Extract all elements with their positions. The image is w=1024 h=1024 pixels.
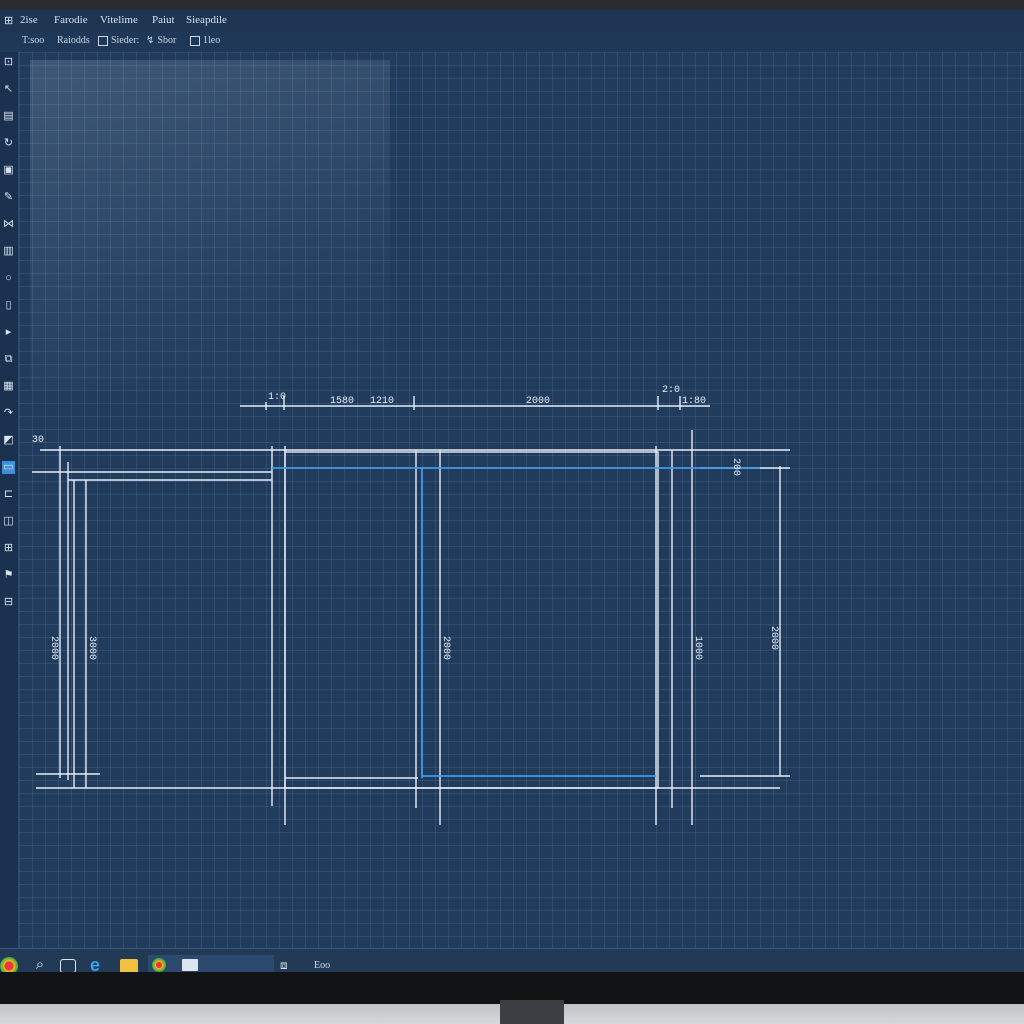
dim-left-b: 3000 xyxy=(86,636,97,660)
selection-outline[interactable] xyxy=(4,463,760,778)
network-icon[interactable]: ⧈ xyxy=(280,955,300,972)
window-icon xyxy=(182,959,198,971)
dim-left-a: 2000 xyxy=(48,636,59,660)
task-view-icon[interactable] xyxy=(60,959,76,972)
dim-top-small-right: 2:0 xyxy=(662,385,680,396)
edge-icon[interactable]: e xyxy=(90,955,110,972)
dim-top-main: 2000 xyxy=(526,396,550,407)
drawing-lines xyxy=(32,396,790,825)
dim-top-small-left: 1:0 xyxy=(268,392,286,403)
screen: ⊞ 2ise Farodie Vitelime Paiut Sieapdile … xyxy=(0,10,1024,972)
dim-top-right: 1:80 xyxy=(682,396,706,407)
chrome-icon[interactable] xyxy=(0,957,18,972)
dim-right-b: 2000 xyxy=(768,626,779,650)
dim-top-a: 1580 xyxy=(330,396,354,407)
bezel-top xyxy=(0,0,1024,10)
dim-top-b: 1210 xyxy=(370,396,394,407)
cad-drawing: 1:0 1580 1210 2000 2:0 1:80 30 2000 3000… xyxy=(4,385,790,825)
search-icon[interactable]: ⌕ xyxy=(30,955,50,972)
dim-left-small: 30 xyxy=(32,435,44,446)
dim-right-small: 200 xyxy=(730,458,741,476)
taskbar-label: Eoo xyxy=(314,960,331,971)
folder-icon[interactable] xyxy=(120,959,138,972)
taskbar: ⌕ e ⧈ Eoo xyxy=(0,948,1024,972)
dim-right-a: 1000 xyxy=(692,636,703,660)
monitor-stand-neck xyxy=(500,1000,564,1024)
active-app-tab[interactable] xyxy=(148,955,274,972)
monitor-bezel: ⊞ 2ise Farodie Vitelime Paiut Sieapdile … xyxy=(0,0,1024,1004)
dim-mid: 2000 xyxy=(440,636,451,660)
chrome-active-icon xyxy=(152,958,166,972)
